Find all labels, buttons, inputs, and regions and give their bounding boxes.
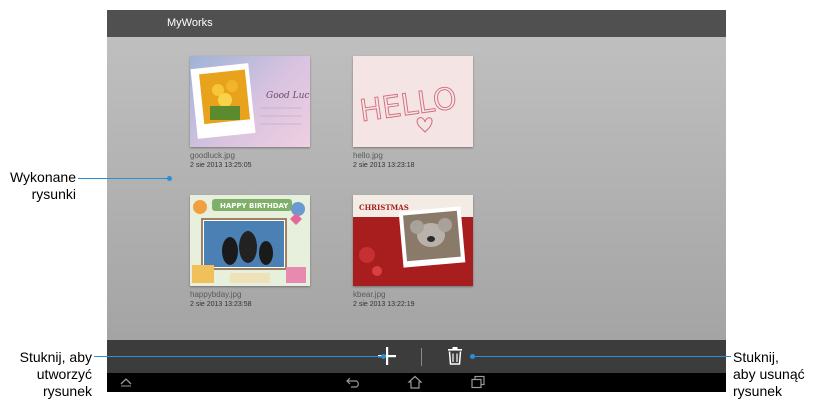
callout-delete: Stuknij, aby usunąć rysunek	[733, 349, 825, 400]
kbear-thumb-text: CHRISTMAS	[359, 203, 409, 212]
toolbar-divider	[421, 348, 422, 366]
callout-create-leader	[94, 356, 384, 357]
callout-delete-line2: aby usunąć	[733, 366, 805, 382]
gallery-item-hello[interactable]: HELLO hello.jpg 2 sie 2013 13:23:18	[353, 56, 493, 171]
gallery-area: Good Luck goodluck.jpg 2 sie 2013 13:25:…	[107, 37, 726, 340]
gallery-item-happybday[interactable]: HAPPY BIRTHDAY happybday.jpg 2 sie 2013 …	[190, 195, 330, 310]
file-name: kbear.jpg	[353, 290, 386, 299]
callout-drawings: Wykonane rysunki	[0, 169, 76, 203]
callout-delete-dot	[470, 354, 475, 359]
file-date: 2 sie 2013 13:25:05	[190, 162, 252, 169]
back-icon	[346, 377, 359, 388]
hello-artwork: HELLO	[357, 81, 459, 133]
callout-drawings-leader	[78, 178, 170, 179]
thumbnail-goodluck[interactable]: Good Luck	[190, 56, 310, 147]
callout-drawings-line1: Wykonane	[9, 169, 76, 185]
tablet-screen: MyWorks Good Luck goodluck.jpg	[107, 10, 726, 392]
action-bar: MyWorks	[107, 10, 726, 37]
goodluck-artwork: Good Luck	[190, 63, 310, 139]
happybday-thumb-text: HAPPY BIRTHDAY	[220, 202, 289, 210]
thumbnail-happybday[interactable]: HAPPY BIRTHDAY	[190, 195, 310, 286]
home-icon	[407, 375, 423, 389]
file-name: hello.jpg	[353, 151, 383, 160]
thumbnail-hello[interactable]: HELLO	[353, 56, 473, 147]
happybday-artwork: HAPPY BIRTHDAY	[190, 195, 310, 286]
callout-create: Stuknij, aby utworzyć rysunek	[0, 349, 92, 400]
callout-create-line3: rysunek	[42, 383, 92, 399]
callout-delete-leader	[473, 356, 731, 357]
callout-create-line1: Stuknij, aby	[19, 349, 92, 365]
gallery-item-kbear[interactable]: CHRISTMAS kbear.jpg 2 sie 2013 13:22:19	[353, 195, 493, 310]
recent-apps-icon	[471, 375, 485, 389]
file-date: 2 sie 2013 13:23:18	[353, 162, 415, 169]
file-name: goodluck.jpg	[190, 151, 235, 160]
nav-back-button[interactable]	[345, 375, 361, 389]
callout-create-dot	[381, 354, 386, 359]
thumbnail-kbear[interactable]: CHRISTMAS	[353, 195, 473, 286]
delete-drawing-button[interactable]	[443, 344, 467, 368]
callout-drawings-line2: rysunki	[31, 186, 76, 202]
hello-thumb-text: HELLO	[358, 81, 459, 129]
nav-home-button[interactable]	[407, 375, 423, 389]
nav-expand-button[interactable]	[118, 375, 134, 389]
callout-create-line2: utworzyć	[36, 366, 92, 382]
trash-icon	[448, 347, 462, 365]
chevron-up-icon	[120, 378, 132, 387]
system-nav-bar	[107, 373, 726, 392]
nav-recent-apps-button[interactable]	[470, 375, 486, 389]
app-title: MyWorks	[167, 17, 213, 29]
callout-drawings-dot	[167, 176, 172, 181]
file-date: 2 sie 2013 13:23:58	[190, 301, 252, 308]
kbear-artwork: CHRISTMAS	[353, 195, 473, 286]
file-date: 2 sie 2013 13:22:19	[353, 301, 415, 308]
file-name: happybday.jpg	[190, 290, 242, 299]
gallery-item-goodluck[interactable]: Good Luck goodluck.jpg 2 sie 2013 13:25:…	[190, 56, 330, 171]
callout-delete-line1: Stuknij,	[733, 349, 779, 365]
goodluck-thumb-text: Good Luck	[266, 91, 310, 101]
callout-delete-line3: rysunek	[733, 383, 783, 399]
